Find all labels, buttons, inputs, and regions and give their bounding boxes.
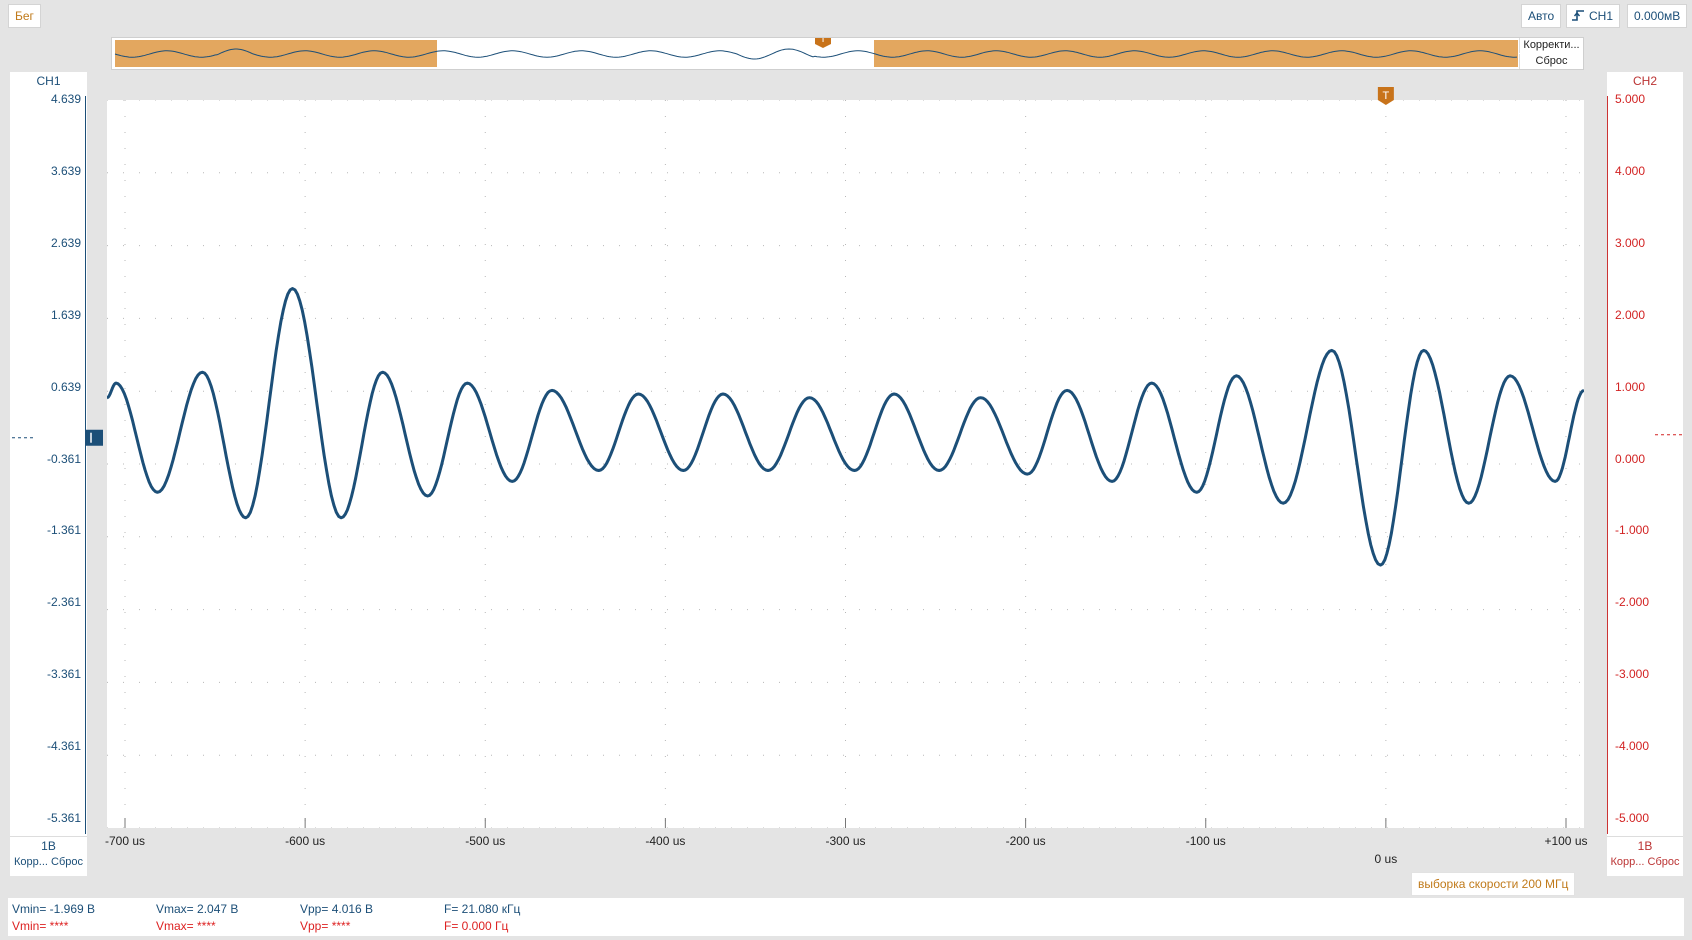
time-tick-label: -300 us bbox=[825, 834, 866, 848]
axis-tick-label: 0.000 bbox=[1615, 451, 1646, 466]
overview-svg: T bbox=[114, 38, 1518, 67]
ch1-waveform bbox=[106, 287, 1585, 567]
waveform-overview[interactable]: T Корректи... Сброс bbox=[111, 37, 1584, 70]
ch2-frequency: F= 0.000 Гц bbox=[444, 919, 509, 933]
time-tick-label: -700 us bbox=[104, 834, 146, 848]
axis-tick-label: -4.000 bbox=[1615, 739, 1650, 754]
axis-tick-label: 3.639 bbox=[50, 163, 81, 178]
time-tick-label: -200 us bbox=[1005, 834, 1046, 848]
ch2-axis-panel: CH2 5.000 4.000 3.000 2.000 1.000 0.000 -1.000… bbox=[1607, 72, 1683, 876]
ch2-axis-line bbox=[1607, 96, 1608, 834]
ch2-vpp: Vpp= **** bbox=[300, 919, 351, 933]
axis-tick-label: -5.361 bbox=[46, 811, 81, 825]
axis-tick-label: 1.000 bbox=[1615, 379, 1646, 394]
ch1-title[interactable]: CH1 bbox=[10, 74, 87, 88]
ch1-axis-panel: CH1 4.639 3.639 2.639 1.639 0.639 -0.361 -1.36… bbox=[10, 72, 87, 876]
ch2-vmax: Vmax= **** bbox=[156, 919, 216, 933]
ch1-axis-line bbox=[85, 96, 86, 834]
ch1-frequency: F= 21.080 кГц bbox=[444, 902, 521, 916]
axis-tick-label: 2.000 bbox=[1615, 307, 1646, 322]
oscilloscope-app: Бег Авто CH1 0.000мВ T Корректи... Сброс… bbox=[0, 0, 1692, 940]
trigger-source-button[interactable]: CH1 bbox=[1566, 4, 1621, 28]
run-stop-button[interactable]: Бег bbox=[8, 4, 41, 28]
ch1-vmax: Vmax= 2.047 B bbox=[156, 902, 239, 916]
axis-tick-label: -2.361 bbox=[46, 595, 81, 610]
time-tick-label: 0 us bbox=[1374, 852, 1398, 866]
axis-tick-label: -4.361 bbox=[46, 739, 81, 754]
time-tick-label: -600 us bbox=[285, 834, 326, 848]
axis-tick-label: 5.000 bbox=[1615, 92, 1646, 106]
axis-tick-label: 4.000 bbox=[1615, 163, 1646, 178]
axis-tick-label: 1.639 bbox=[50, 307, 81, 322]
waveform-plot[interactable] bbox=[106, 99, 1585, 829]
trigger-level-button[interactable]: 0.000мВ bbox=[1627, 4, 1688, 28]
ch1-vmin: Vmin= -1.969 B bbox=[12, 902, 96, 916]
ch2-scale[interactable]: 1B bbox=[1607, 836, 1683, 853]
sample-rate-label: выборка скорости 200 МГц bbox=[1411, 872, 1576, 896]
trigger-source-label: CH1 bbox=[1589, 9, 1614, 23]
ch1-correct-reset[interactable]: Корр... Сброс bbox=[10, 856, 87, 868]
axis-tick-label: -1.000 bbox=[1615, 523, 1650, 538]
ch2-title[interactable]: CH2 bbox=[1607, 74, 1683, 88]
ch1-offset-marker[interactable] bbox=[86, 429, 103, 446]
axis-tick-label: 0.639 bbox=[50, 379, 81, 394]
time-tick-label: +100 us bbox=[1544, 834, 1588, 848]
axis-tick-label: -3.000 bbox=[1615, 667, 1650, 682]
trigger-mode-button[interactable]: Авто bbox=[1521, 4, 1562, 28]
overview-correct-button[interactable]: Корректи... bbox=[1519, 38, 1583, 53]
axis-tick-label: 2.639 bbox=[50, 235, 81, 250]
overview-trigger-marker[interactable]: T bbox=[815, 38, 831, 48]
time-tick-label: -500 us bbox=[465, 834, 506, 848]
time-tick-label: -400 us bbox=[645, 834, 686, 848]
ch1-scale[interactable]: 1B bbox=[10, 836, 87, 853]
overview-highlight-right[interactable] bbox=[874, 40, 1518, 67]
ch2-vmin: Vmin= **** bbox=[12, 919, 69, 933]
axis-tick-label: 3.000 bbox=[1615, 235, 1646, 250]
waveform-svg bbox=[106, 99, 1585, 829]
axis-tick-label: 4.639 bbox=[50, 92, 81, 106]
axis-tick-label: -2.000 bbox=[1615, 595, 1650, 610]
ch1-vpp: Vpp= 4.016 B bbox=[300, 902, 374, 916]
time-tick-label: -100 us bbox=[1185, 834, 1226, 848]
axis-tick-label: -0.361 bbox=[46, 451, 81, 466]
axis-tick-label: -5.000 bbox=[1615, 811, 1650, 825]
svg-text:T: T bbox=[820, 38, 826, 45]
rising-edge-icon bbox=[1572, 10, 1584, 21]
ch2-correct-reset[interactable]: Корр... Сброс bbox=[1607, 856, 1683, 868]
overview-reset-button[interactable]: Сброс bbox=[1519, 54, 1583, 69]
axis-tick-label: -3.361 bbox=[46, 667, 81, 682]
axis-tick-label: -1.361 bbox=[46, 523, 81, 538]
measurement-panel: Vmin= -1.969 B Vmax= 2.047 B Vpp= 4.016 … bbox=[8, 898, 1684, 936]
